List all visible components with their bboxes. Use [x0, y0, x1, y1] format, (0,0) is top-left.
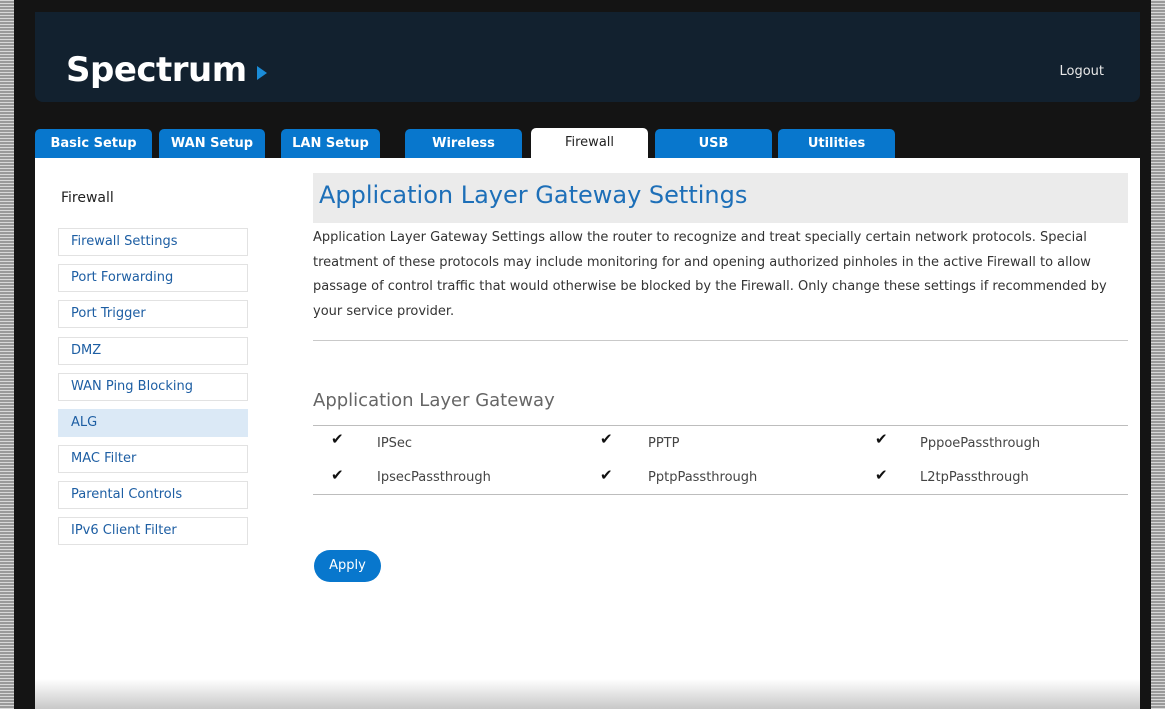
ipsec-passthrough-checkbox[interactable]: ✔ [331, 468, 344, 483]
page-description: Application Layer Gateway Settings allow… [313, 230, 1107, 319]
sidebar-item-alg[interactable]: ALG [58, 409, 248, 437]
table-top-border [313, 425, 1128, 426]
tab-lan-setup[interactable]: LAN Setup [281, 129, 380, 158]
divider [313, 340, 1128, 341]
apply-button[interactable]: Apply [314, 550, 381, 582]
pptp-checkbox[interactable]: ✔ [600, 432, 613, 447]
table-bottom-border [313, 494, 1128, 495]
sidebar-item-mac-filter[interactable]: MAC Filter [58, 445, 248, 473]
sidebar-title: Firewall [61, 190, 114, 206]
logout-link[interactable]: Logout [1059, 64, 1104, 79]
l2tp-passthrough-label: L2tpPassthrough [920, 470, 1029, 485]
tab-firewall[interactable]: Firewall [531, 128, 648, 158]
ipsec-checkbox[interactable]: ✔ [331, 432, 344, 447]
pptp-passthrough-checkbox[interactable]: ✔ [600, 468, 613, 483]
page-title-bar: Application Layer Gateway Settings [313, 173, 1128, 223]
ipsec-passthrough-label: IpsecPassthrough [377, 470, 491, 485]
sidebar-item-dmz[interactable]: DMZ [58, 337, 248, 365]
tab-wireless[interactable]: Wireless [405, 129, 522, 158]
sidebar-item-port-forwarding[interactable]: Port Forwarding [58, 264, 248, 292]
section-title: Application Layer Gateway [313, 390, 555, 411]
pptp-passthrough-label: PptpPassthrough [648, 470, 758, 485]
right-edge-decoration [1151, 0, 1165, 709]
tab-usb[interactable]: USB [655, 129, 772, 158]
pppoe-passthrough-checkbox[interactable]: ✔ [875, 432, 888, 447]
tab-wan-setup[interactable]: WAN Setup [159, 129, 265, 158]
tab-utilities[interactable]: Utilities [778, 129, 895, 158]
sidebar-item-wan-ping-blocking[interactable]: WAN Ping Blocking [58, 373, 248, 401]
sidebar-item-port-trigger[interactable]: Port Trigger [58, 300, 248, 328]
left-edge-decoration [0, 0, 14, 709]
spectrum-logo: Spectrum [66, 50, 247, 90]
sidebar-item-parental-controls[interactable]: Parental Controls [58, 481, 248, 509]
ipsec-label: IPSec [377, 436, 413, 451]
pppoe-passthrough-label: PppoePassthrough [920, 436, 1041, 451]
content-panel: Firewall Firewall Settings Port Forwardi… [35, 158, 1140, 709]
tab-basic-setup[interactable]: Basic Setup [35, 129, 152, 158]
l2tp-passthrough-checkbox[interactable]: ✔ [875, 468, 888, 483]
sidebar-item-firewall-settings[interactable]: Firewall Settings [58, 228, 248, 256]
pptp-label: PPTP [648, 436, 680, 451]
panel-footer-shade [35, 679, 1140, 709]
sidebar-item-ipv6-client-filter[interactable]: IPv6 Client Filter [58, 517, 248, 545]
header: Spectrum Logout [35, 12, 1140, 102]
logo-arrow-icon [257, 66, 267, 80]
page-title: Application Layer Gateway Settings [319, 181, 748, 209]
